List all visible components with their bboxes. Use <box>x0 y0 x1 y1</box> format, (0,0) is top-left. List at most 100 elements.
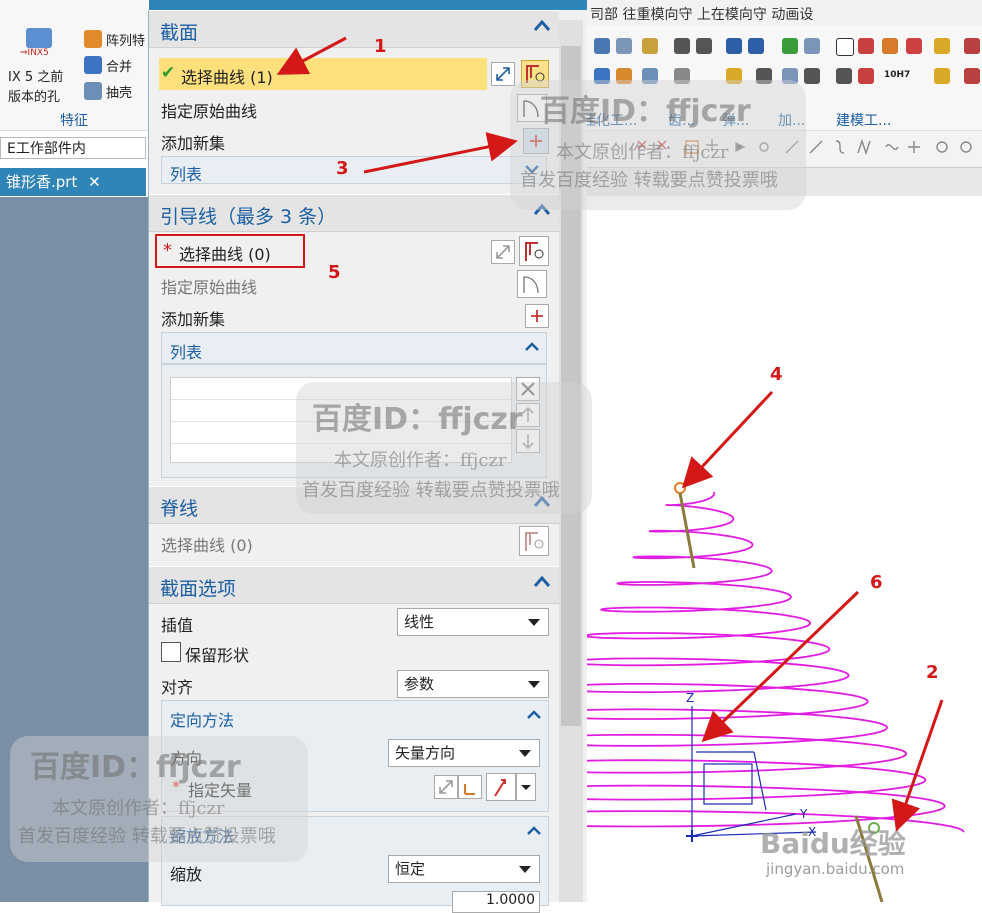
axis-z-label: Z <box>686 691 694 705</box>
tool-icon[interactable] <box>906 38 922 54</box>
guide-panel-header[interactable]: 引导线（最多 3 条） <box>149 194 559 232</box>
union-icon[interactable] <box>84 56 102 74</box>
collapse-icon[interactable] <box>524 339 540 355</box>
tool-icon[interactable] <box>934 68 950 84</box>
scaling-label: 缩放 <box>170 865 203 884</box>
reverse-direction-icon <box>496 245 510 259</box>
guide-specify-origin-label: 指定原始曲线 <box>161 278 258 297</box>
spine-curve-rule-button[interactable] <box>519 526 549 556</box>
section-panel-header[interactable]: 截面 <box>149 10 559 48</box>
keep-shape-checkbox[interactable] <box>161 642 181 662</box>
tool-icon[interactable] <box>726 38 742 54</box>
guide-add-new-set-label: 添加新集 <box>161 310 226 329</box>
dialog-titlebar[interactable] <box>149 0 587 10</box>
chevron-down-icon <box>519 750 531 757</box>
tool-icon[interactable] <box>696 38 712 54</box>
nx5-hole-icon[interactable] <box>26 28 52 48</box>
tool-icon[interactable] <box>674 38 690 54</box>
reverse-direction-button[interactable] <box>491 62 515 86</box>
inferred-vector-button[interactable] <box>486 773 516 801</box>
chevron-down-icon <box>528 619 540 626</box>
menu-bar: 司部 往重模向守 上在模向守 动画设 <box>586 0 982 27</box>
reverse-direction-icon <box>439 780 453 794</box>
tool-icon[interactable] <box>934 38 950 54</box>
tool-icon[interactable] <box>594 38 610 54</box>
alignment-label: 对齐 <box>161 678 194 697</box>
graphics-viewport[interactable]: Z Y X <box>586 196 970 902</box>
nx5-icon-label: ⇒INX5 <box>20 48 49 58</box>
union-button[interactable]: 合并 <box>106 56 132 75</box>
collapse-icon[interactable] <box>526 707 542 723</box>
curve-select-icon <box>525 532 544 551</box>
scaling-value: 恒定 <box>395 860 426 878</box>
alignment-select[interactable]: 参数 <box>397 670 549 698</box>
vector-reverse-button[interactable] <box>434 775 458 799</box>
nx5-hole-label-1[interactable]: IX 5 之前 <box>8 66 63 85</box>
direction-vector-top <box>678 492 696 569</box>
guide-reverse-direction-button[interactable] <box>491 240 515 264</box>
tool-icon[interactable] <box>964 68 980 84</box>
section-options-header[interactable]: 截面选项 <box>149 566 559 604</box>
alignment-value: 参数 <box>404 675 435 693</box>
tool-icon[interactable] <box>836 68 852 84</box>
tool-icon[interactable] <box>616 38 632 54</box>
guide-list-header[interactable]: 列表 <box>161 332 547 364</box>
collapse-icon[interactable] <box>526 823 542 839</box>
section-list-header[interactable]: 列表 <box>161 156 547 184</box>
keep-shape-label[interactable]: 保留形状 <box>185 642 249 666</box>
vector-icon <box>464 784 475 795</box>
tool-icon[interactable] <box>858 38 874 54</box>
vector-options-dropdown[interactable] <box>516 773 536 801</box>
guide-select-curve-row[interactable]: * 选择曲线 (0) <box>155 234 305 268</box>
guide-specify-origin-button[interactable] <box>517 270 547 298</box>
tool-icon[interactable] <box>858 68 874 84</box>
viewport-annotations: Z Y X <box>674 482 884 902</box>
guide-add-new-set-button[interactable] <box>525 304 549 328</box>
interpolation-select[interactable]: 线性 <box>397 608 549 636</box>
pattern-feature-button[interactable]: 阵列特 <box>106 30 145 49</box>
watermark-line2: 首发百度经验 转载要点赞投票哦 <box>302 480 560 501</box>
watermark-title: 百度ID：ffjczr <box>540 94 751 129</box>
left-ribbon: ⇒INX5 IX 5 之前 版本的孔 阵列特 合并 抽壳 特征 <box>0 0 148 131</box>
shell-button[interactable]: 抽壳 <box>106 82 132 101</box>
helix-start-point[interactable] <box>674 482 686 494</box>
close-tab-icon[interactable]: ✕ <box>88 173 101 191</box>
guide-select-curve-label: 选择曲线 (0) <box>179 245 271 264</box>
reverse-direction-icon <box>496 67 510 81</box>
group-label-modeling-tools[interactable]: 建模工... <box>836 110 891 130</box>
collapse-icon[interactable] <box>533 17 551 35</box>
menu-bar-text[interactable]: 司部 往重模向守 上在模向守 动画设 <box>590 7 813 23</box>
triangle-icon[interactable] <box>836 38 854 56</box>
curve-select-icon <box>525 242 544 261</box>
check-icon[interactable] <box>782 38 798 54</box>
pattern-feature-icon[interactable] <box>84 30 102 48</box>
shell-icon[interactable] <box>84 82 102 100</box>
section-panel-title: 截面 <box>160 22 199 44</box>
selection-scope-filter[interactable]: E工作部件内 <box>0 137 146 159</box>
chevron-down-icon <box>519 866 531 873</box>
file-tab[interactable]: 锥形香.prt ✕ <box>0 168 146 196</box>
tool-icon[interactable] <box>804 68 820 84</box>
axis-y-label: Y <box>799 807 808 821</box>
annotation-5: 5 <box>328 262 341 283</box>
feature-group-label: 特征 <box>60 113 88 129</box>
tool-icon[interactable] <box>964 38 980 54</box>
vector-dialog-button[interactable] <box>458 775 482 799</box>
tool-icon[interactable] <box>882 38 898 54</box>
guide-curve-rule-button[interactable] <box>519 236 549 266</box>
nx5-hole-label-2[interactable]: 版本的孔 <box>8 86 60 105</box>
chevron-down-icon <box>528 681 540 688</box>
orientation-method-title[interactable]: 定向方法 <box>170 707 234 731</box>
baidu-jingyan-brand: Baidu经验 <box>760 827 906 860</box>
tolerance-10h7-icon[interactable]: 10H7 <box>884 70 910 80</box>
direction-select[interactable]: 矢量方向 <box>388 739 540 767</box>
origin-curve-icon <box>523 276 539 294</box>
annotation-6: 6 <box>870 572 883 593</box>
scaling-select[interactable]: 恒定 <box>388 855 540 883</box>
tool-icon[interactable] <box>748 38 764 54</box>
tool-icon[interactable] <box>642 38 658 54</box>
scale-ratio-input[interactable]: 1.0000 <box>452 891 540 913</box>
section-select-curve-row[interactable]: ✔ 选择曲线 (1) <box>159 58 487 90</box>
tool-icon[interactable] <box>804 38 820 54</box>
collapse-icon[interactable] <box>533 573 551 591</box>
